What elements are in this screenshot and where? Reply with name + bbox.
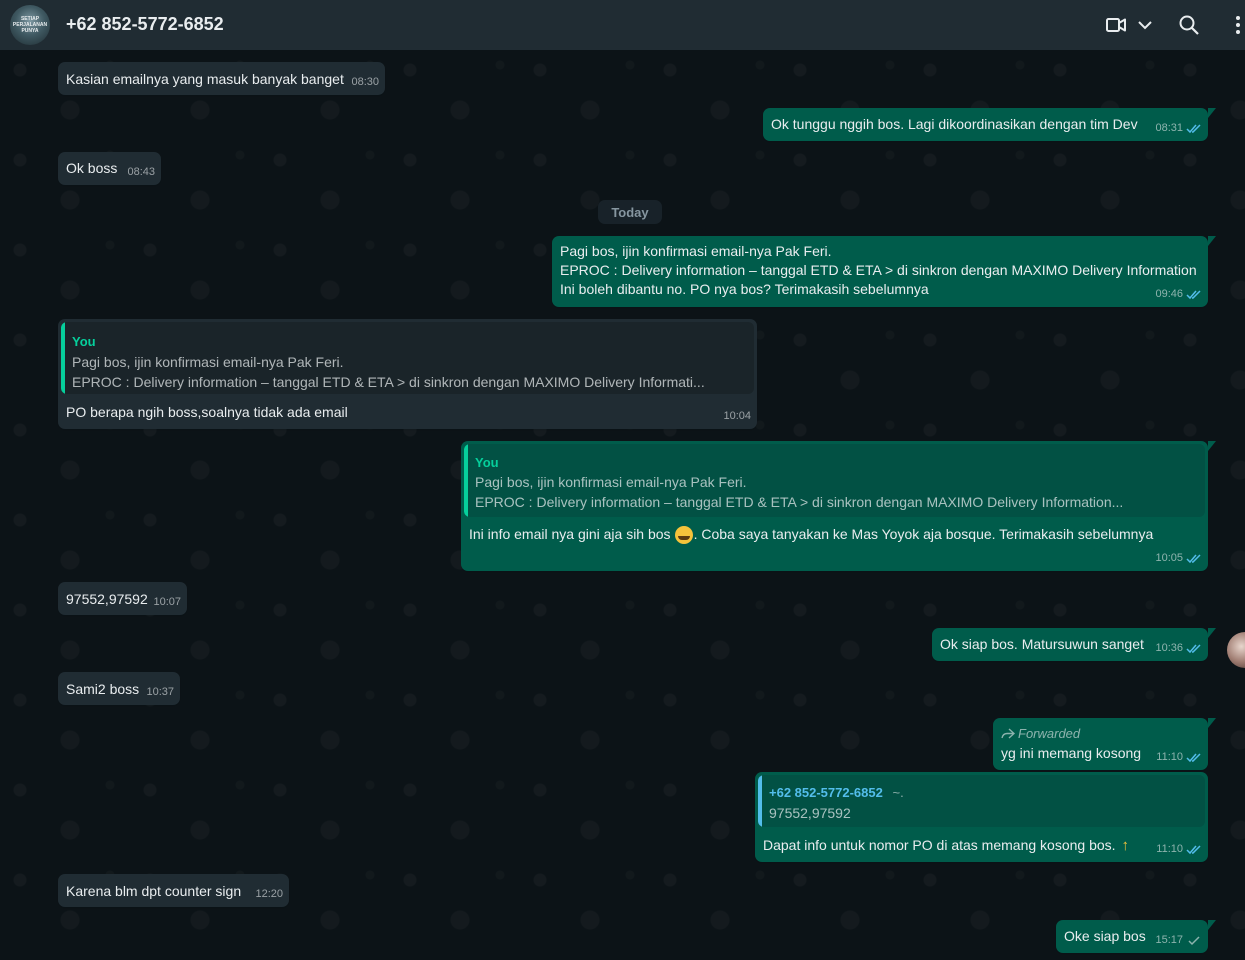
message-text-part: Ini info email nya gini aja sih bos	[469, 526, 671, 542]
message-meta: 08:31	[1155, 119, 1202, 138]
forwarded-label: Forwarded	[1001, 724, 1080, 743]
quote-author-suffix: ~.	[892, 785, 904, 800]
message-time: 11:10	[1156, 751, 1183, 763]
message-meta: 11:10	[1156, 840, 1202, 859]
message-incoming[interactable]: You Pagi bos, ijin konfirmasi email-nya …	[58, 319, 757, 429]
message-text: Karena blm dpt counter sign	[66, 883, 242, 899]
double-check-read-icon	[1186, 554, 1201, 564]
message-text: PO berapa ngih boss,soalnya tidak ada em…	[66, 404, 348, 420]
quoted-message[interactable]: +62 852-5772-6852 ~. 97552,97592	[758, 775, 1205, 827]
message-outgoing[interactable]: You Pagi bos, ijin konfirmasi email-nya …	[461, 441, 1216, 571]
message-text: Ini info email nya gini aja sih bos . Co…	[469, 525, 1153, 544]
message-time: 10:36	[1155, 642, 1183, 654]
quote-line: Pagi bos, ijin konfirmasi email-nya Pak …	[72, 354, 344, 370]
message-meta: 11:10	[1156, 748, 1202, 767]
message-meta: 09:46	[1155, 285, 1202, 304]
message-time: 09:46	[1155, 288, 1183, 300]
message-outgoing[interactable]: Forwarded yg ini memang kosong 11:10	[993, 718, 1216, 770]
message-time: 10:07	[153, 596, 181, 608]
message-outgoing[interactable]: +62 852-5772-6852 ~. 97552,97592 Dapat i…	[755, 772, 1208, 862]
message-time: 11:10	[1156, 843, 1183, 855]
chat-header: SETIAP PERJALANAN PUNYA +62 852-5772-685…	[0, 0, 1245, 50]
message-line: EPROC : Delivery information – tanggal E…	[560, 262, 1197, 278]
double-check-read-icon	[1186, 644, 1201, 654]
search-icon[interactable]	[1177, 13, 1201, 37]
quoted-message[interactable]: You Pagi bos, ijin konfirmasi email-nya …	[464, 444, 1205, 517]
message-incoming[interactable]: Karena blm dpt counter sign 12:20	[58, 874, 289, 907]
double-check-read-icon	[1186, 290, 1201, 300]
message-meta: 10:05	[1155, 549, 1202, 568]
message-text: Ok boss	[66, 160, 118, 176]
sweat-smile-emoji-icon	[674, 525, 693, 544]
message-meta: 15:17	[1155, 931, 1202, 950]
date-separator: Today	[598, 200, 662, 224]
contact-avatar[interactable]: SETIAP PERJALANAN PUNYA	[10, 5, 50, 45]
quote-bar	[758, 775, 762, 827]
message-text-part: Dapat info untuk nomor PO di atas memang…	[763, 837, 1116, 853]
message-time: 12:20	[255, 888, 283, 900]
quoted-message[interactable]: You Pagi bos, ijin konfirmasi email-nya …	[61, 322, 754, 394]
quote-line: EPROC : Delivery information – tanggal E…	[475, 494, 1124, 510]
forward-arrow-icon	[1001, 727, 1015, 739]
message-time: 15:17	[1155, 934, 1183, 946]
message-time: 08:30	[351, 76, 379, 88]
video-call-icon[interactable]	[1104, 13, 1128, 37]
single-check-sent-icon	[1188, 936, 1200, 946]
quote-bar	[61, 322, 65, 394]
message-text: Ok tunggu nggih bos. Lagi dikoordinasika…	[771, 116, 1138, 132]
message-outgoing[interactable]: Pagi bos, ijin konfirmasi email-nya Pak …	[552, 236, 1216, 307]
double-check-read-icon	[1186, 124, 1201, 134]
folded-hands-emoji-icon: ↑	[1121, 837, 1130, 854]
message-incoming[interactable]: Kasian emailnya yang masuk banyak banget…	[58, 62, 385, 95]
message-incoming[interactable]: Ok boss 08:43	[58, 152, 161, 185]
double-check-read-icon	[1186, 845, 1201, 855]
message-time: 10:05	[1155, 552, 1183, 564]
message-time: 08:43	[127, 166, 155, 178]
chevron-down-icon[interactable]	[1133, 13, 1157, 37]
message-text: Dapat info untuk nomor PO di atas memang…	[763, 836, 1129, 855]
message-text: Kasian emailnya yang masuk banyak banget	[66, 71, 344, 87]
message-outgoing[interactable]: Ok tunggu nggih bos. Lagi dikoordinasika…	[763, 108, 1216, 141]
message-incoming[interactable]: Sami2 boss 10:37	[58, 672, 180, 705]
forwarded-text: Forwarded	[1018, 726, 1081, 741]
message-text-part: . Coba saya tanyakan ke Mas Yoyok aja bo…	[693, 526, 1154, 542]
message-time: 10:04	[723, 410, 751, 422]
quote-bar	[464, 444, 468, 517]
message-incoming[interactable]: 97552,97592 10:07	[58, 582, 187, 615]
quote-author: You	[475, 455, 499, 470]
double-check-read-icon	[1186, 753, 1201, 763]
message-outgoing[interactable]: Oke siap bos 15:17	[1056, 920, 1216, 953]
quote-author: +62 852-5772-6852 ~.	[769, 783, 904, 802]
message-text: Sami2 boss	[66, 681, 140, 697]
avatar-logo-text: SETIAP PERJALANAN PUNYA	[12, 16, 48, 34]
message-outgoing[interactable]: Ok siap bos. Matursuwun sanget 10:36	[932, 628, 1216, 661]
quote-author-number: +62 852-5772-6852	[769, 785, 883, 800]
quote-line: Pagi bos, ijin konfirmasi email-nya Pak …	[475, 474, 747, 490]
message-meta: 10:36	[1155, 639, 1202, 658]
quote-author: You	[72, 334, 96, 349]
message-line: Ini boleh dibantu no. PO nya bos? Terima…	[560, 281, 929, 297]
contact-name[interactable]: +62 852-5772-6852	[66, 14, 224, 35]
menu-dots-icon[interactable]	[1228, 13, 1245, 37]
message-time: 10:37	[146, 686, 174, 698]
quote-line: EPROC : Delivery information – tanggal E…	[72, 374, 705, 390]
message-time: 08:31	[1155, 122, 1183, 134]
message-text: Ok siap bos. Matursuwun sanget	[940, 636, 1144, 652]
message-text: 97552,97592	[66, 591, 148, 607]
message-text: yg ini memang kosong	[1001, 745, 1142, 761]
message-line: Pagi bos, ijin konfirmasi email-nya Pak …	[560, 243, 832, 259]
quote-line: 97552,97592	[769, 805, 851, 821]
message-text: Oke siap bos	[1064, 928, 1146, 944]
